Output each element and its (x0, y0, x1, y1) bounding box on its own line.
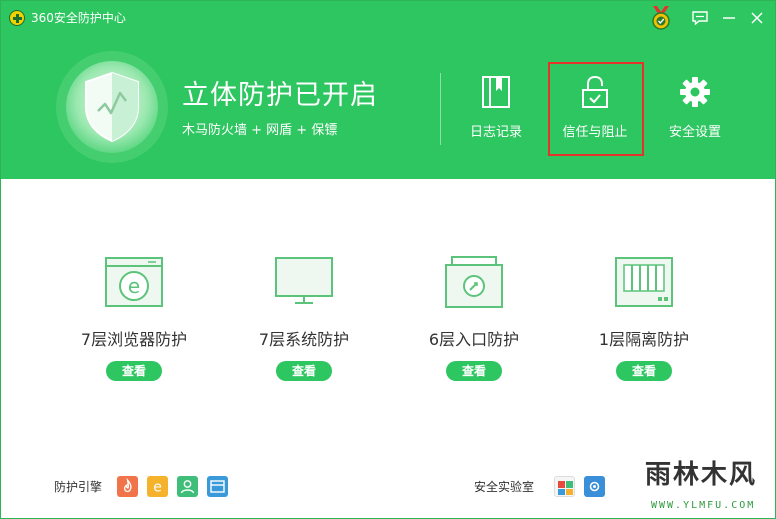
gear-icon (679, 75, 711, 109)
medal-badge-icon[interactable] (649, 4, 673, 32)
header-banner: 360安全防护中心 立体防护已开启 木马防火墙 + 网盾 + 保镖 日志记录 信… (1, 1, 775, 179)
svg-text:e: e (153, 480, 162, 496)
lab-label: 安全实验室 (474, 480, 535, 494)
log-book-icon (480, 75, 512, 109)
card-system-label: 7层系统防护 (258, 330, 350, 349)
card-system-protection[interactable]: 7层系统防护 查看 (224, 255, 384, 385)
nav-log-label: 日志记录 (469, 125, 522, 140)
app-logo-icon (9, 10, 25, 26)
card-browser-protection[interactable]: e 7层浏览器防护 查看 (54, 255, 214, 385)
card-isolation-protection[interactable]: 1层隔离防护 查看 (564, 255, 724, 385)
engine-label: 防护引擎 (54, 480, 103, 494)
card-entry-label: 6层入口防护 (428, 330, 520, 349)
engine-user-icon[interactable] (177, 476, 198, 497)
window-title: 360安全防护中心 (31, 11, 126, 25)
engine-flame-icon[interactable] (117, 476, 138, 497)
card-browser-label: 7层浏览器防护 (80, 330, 188, 349)
watermark-url: WWW.YLMFU.COM (651, 500, 756, 511)
watermark: 雨林木风 WWW.YLMFU.COM (641, 456, 775, 518)
card-entry-protection[interactable]: 6层入口防护 查看 (394, 255, 554, 385)
svg-text:e: e (128, 274, 140, 298)
browser-protection-icon: e (104, 255, 164, 313)
view-entry-button[interactable]: 查看 (446, 361, 502, 381)
engine-window-icon[interactable] (207, 476, 228, 497)
protection-status-title: 立体防护已开启 (182, 80, 378, 111)
view-browser-button[interactable]: 查看 (106, 361, 162, 381)
highlight-annotation-box (548, 62, 644, 156)
entry-protection-icon (444, 255, 504, 313)
close-icon[interactable] (746, 7, 768, 29)
title-bar[interactable]: 360安全防护中心 (1, 1, 775, 35)
nav-settings-label: 安全设置 (668, 125, 721, 140)
shield-status-icon (54, 49, 170, 165)
view-isolation-button[interactable]: 查看 (616, 361, 672, 381)
isolation-protection-icon (614, 255, 674, 313)
watermark-text: 雨林木风 (645, 460, 758, 490)
minimize-icon[interactable] (718, 7, 740, 29)
card-isolation-label: 1层隔离防护 (598, 330, 690, 349)
monitor-protection-icon (273, 255, 335, 313)
view-system-button[interactable]: 查看 (276, 361, 332, 381)
app-window: 360安全防护中心 立体防护已开启 木马防火墙 + 网盾 + 保镖 日志记录 信… (0, 0, 776, 519)
feedback-icon[interactable] (689, 7, 711, 29)
engine-browser-icon[interactable]: e (147, 476, 168, 497)
lab-app-icon[interactable] (554, 476, 575, 497)
header-divider (440, 73, 441, 145)
nav-log-button[interactable]: 日志记录 (456, 67, 536, 157)
lab-tool-icon[interactable] (584, 476, 605, 497)
nav-settings-button[interactable]: 安全设置 (655, 67, 735, 157)
protection-status-subtitle: 木马防火墙 + 网盾 + 保镖 (182, 123, 338, 138)
